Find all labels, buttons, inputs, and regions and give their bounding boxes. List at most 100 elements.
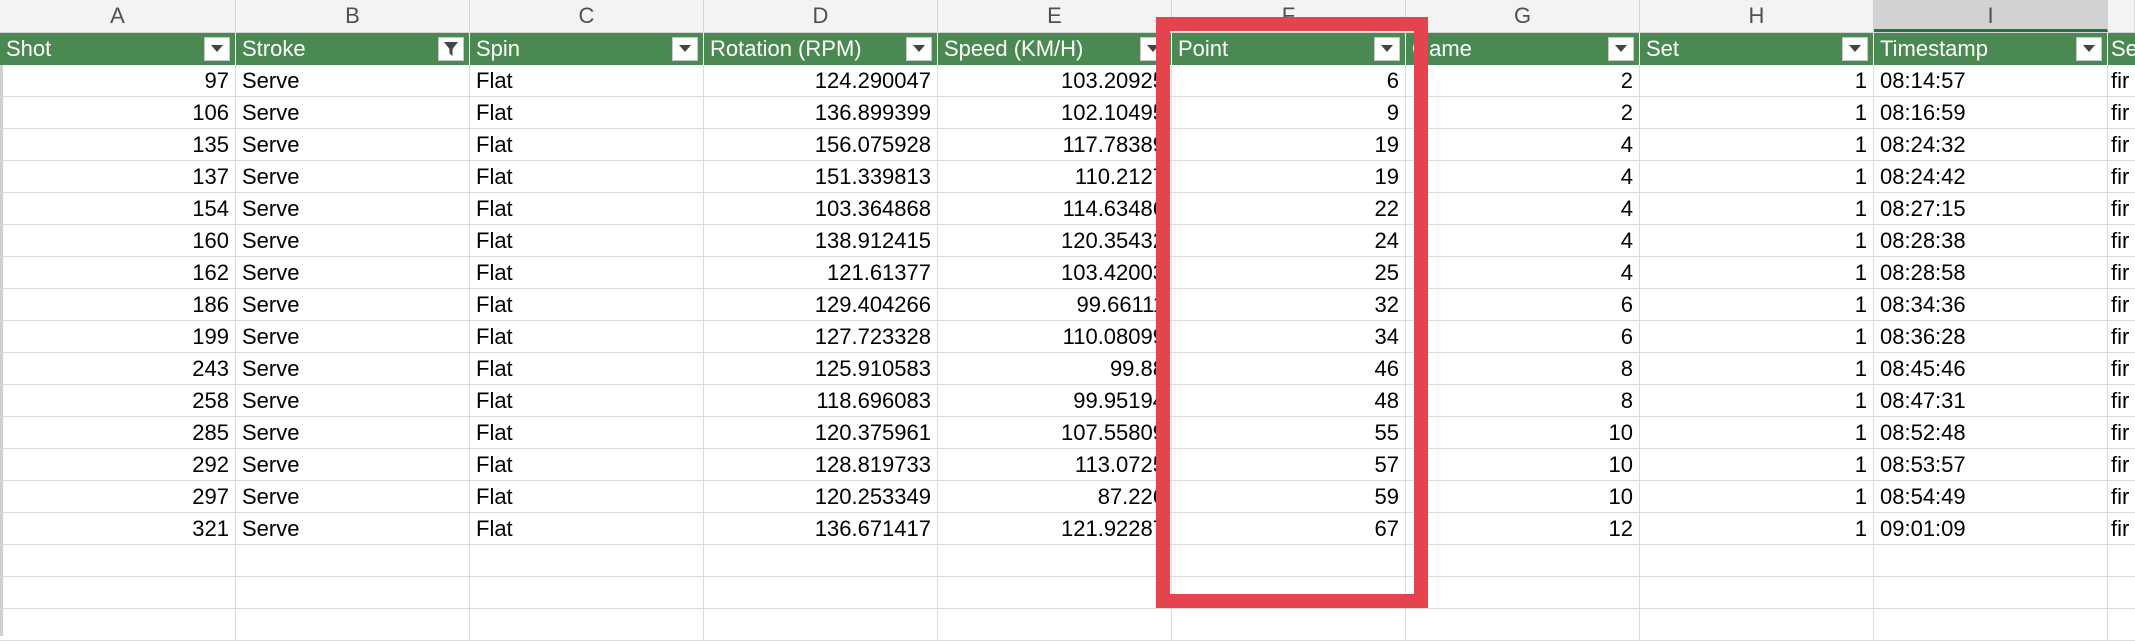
cell-shot[interactable]: 243 bbox=[0, 353, 236, 385]
cell-speed[interactable]: 99.95194 bbox=[938, 385, 1172, 417]
cell-spin[interactable]: Flat bbox=[470, 385, 704, 417]
cell-timestamp[interactable]: 08:27:15 bbox=[1874, 193, 2108, 225]
cell-game[interactable]: 6 bbox=[1406, 321, 1640, 353]
cell-shot[interactable]: 321 bbox=[0, 513, 236, 545]
cell-speed[interactable]: 113.0725 bbox=[938, 449, 1172, 481]
cell-speed[interactable] bbox=[938, 609, 1172, 641]
cell-spin[interactable]: Flat bbox=[470, 225, 704, 257]
cell-extra[interactable]: fir bbox=[2108, 353, 2135, 385]
cell-game[interactable]: 6 bbox=[1406, 289, 1640, 321]
cell-rotation[interactable] bbox=[704, 609, 938, 641]
filter-dropdown-button[interactable] bbox=[1608, 37, 1634, 61]
filter-dropdown-button[interactable] bbox=[906, 37, 932, 61]
cell-rotation[interactable]: 151.339813 bbox=[704, 161, 938, 193]
cell-rotation[interactable]: 136.671417 bbox=[704, 513, 938, 545]
cell-game[interactable]: 4 bbox=[1406, 225, 1640, 257]
filter-dropdown-button[interactable] bbox=[2076, 37, 2102, 61]
cell-set[interactable] bbox=[1640, 545, 1874, 577]
cell-set[interactable]: 1 bbox=[1640, 65, 1874, 97]
cell-point[interactable]: 6 bbox=[1172, 65, 1406, 97]
cell-point[interactable]: 22 bbox=[1172, 193, 1406, 225]
cell-rotation[interactable]: 118.696083 bbox=[704, 385, 938, 417]
column-header-g[interactable]: G bbox=[1406, 0, 1640, 32]
cell-extra[interactable]: fir bbox=[2108, 129, 2135, 161]
cell-set[interactable]: 1 bbox=[1640, 225, 1874, 257]
cell-stroke[interactable]: Serve bbox=[236, 161, 470, 193]
cell-point[interactable]: 19 bbox=[1172, 161, 1406, 193]
cell-stroke[interactable]: Serve bbox=[236, 257, 470, 289]
cell-speed[interactable]: 99.66111 bbox=[938, 289, 1172, 321]
cell-game[interactable]: 2 bbox=[1406, 97, 1640, 129]
cell-stroke[interactable] bbox=[236, 609, 470, 641]
cell-spin[interactable] bbox=[470, 577, 704, 609]
cell-spin[interactable]: Flat bbox=[470, 449, 704, 481]
cell-spin[interactable]: Flat bbox=[470, 353, 704, 385]
cell-set[interactable]: 1 bbox=[1640, 289, 1874, 321]
filter-dropdown-button[interactable] bbox=[1374, 37, 1400, 61]
cell-spin[interactable]: Flat bbox=[470, 321, 704, 353]
cell-shot[interactable]: 135 bbox=[0, 129, 236, 161]
cell-set[interactable]: 1 bbox=[1640, 161, 1874, 193]
cell-point[interactable]: 48 bbox=[1172, 385, 1406, 417]
cell-stroke[interactable]: Serve bbox=[236, 97, 470, 129]
cell-timestamp[interactable]: 08:52:48 bbox=[1874, 417, 2108, 449]
cell-timestamp[interactable]: 09:01:09 bbox=[1874, 513, 2108, 545]
cell-extra[interactable]: fir bbox=[2108, 385, 2135, 417]
cell-extra[interactable] bbox=[2108, 577, 2135, 609]
cell-extra[interactable]: fir bbox=[2108, 161, 2135, 193]
cell-set[interactable]: 1 bbox=[1640, 513, 1874, 545]
cell-shot[interactable] bbox=[0, 609, 236, 641]
cell-set[interactable] bbox=[1640, 577, 1874, 609]
cell-timestamp[interactable]: 08:14:57 bbox=[1874, 65, 2108, 97]
cell-rotation[interactable]: 121.61377 bbox=[704, 257, 938, 289]
cell-shot[interactable]: 154 bbox=[0, 193, 236, 225]
cell-set[interactable]: 1 bbox=[1640, 97, 1874, 129]
cell-speed[interactable]: 107.55809 bbox=[938, 417, 1172, 449]
cell-extra[interactable]: fir bbox=[2108, 289, 2135, 321]
cell-point[interactable]: 57 bbox=[1172, 449, 1406, 481]
cell-spin[interactable]: Flat bbox=[470, 65, 704, 97]
cell-extra[interactable]: fir bbox=[2108, 449, 2135, 481]
cell-point[interactable]: 34 bbox=[1172, 321, 1406, 353]
cell-spin[interactable] bbox=[470, 609, 704, 641]
cell-extra[interactable]: fir bbox=[2108, 257, 2135, 289]
cell-extra[interactable]: fir bbox=[2108, 321, 2135, 353]
cell-game[interactable]: 4 bbox=[1406, 193, 1640, 225]
cell-spin[interactable]: Flat bbox=[470, 289, 704, 321]
cell-rotation[interactable]: 136.899399 bbox=[704, 97, 938, 129]
cell-rotation[interactable]: 138.912415 bbox=[704, 225, 938, 257]
cell-extra[interactable]: fir bbox=[2108, 97, 2135, 129]
cell-stroke[interactable]: Serve bbox=[236, 289, 470, 321]
cell-set[interactable]: 1 bbox=[1640, 257, 1874, 289]
cell-speed[interactable]: 114.63486 bbox=[938, 193, 1172, 225]
filter-dropdown-button[interactable] bbox=[1842, 37, 1868, 61]
cell-game[interactable] bbox=[1406, 577, 1640, 609]
cell-game[interactable]: 10 bbox=[1406, 417, 1640, 449]
cell-point[interactable]: 46 bbox=[1172, 353, 1406, 385]
cell-shot[interactable]: 297 bbox=[0, 481, 236, 513]
cell-game[interactable]: 10 bbox=[1406, 481, 1640, 513]
cell-rotation[interactable]: 120.375961 bbox=[704, 417, 938, 449]
cell-timestamp[interactable]: 08:24:32 bbox=[1874, 129, 2108, 161]
cell-speed[interactable]: 103.20925 bbox=[938, 65, 1172, 97]
cell-set[interactable] bbox=[1640, 609, 1874, 641]
cell-speed[interactable]: 120.35432 bbox=[938, 225, 1172, 257]
cell-point[interactable] bbox=[1172, 545, 1406, 577]
cell-game[interactable]: 4 bbox=[1406, 257, 1640, 289]
column-header-f[interactable]: F bbox=[1172, 0, 1406, 32]
cell-rotation[interactable]: 127.723328 bbox=[704, 321, 938, 353]
cell-extra[interactable]: fir bbox=[2108, 481, 2135, 513]
cell-shot[interactable]: 97 bbox=[0, 65, 236, 97]
column-header-d[interactable]: D bbox=[704, 0, 938, 32]
cell-timestamp[interactable]: 08:47:31 bbox=[1874, 385, 2108, 417]
cell-shot[interactable]: 162 bbox=[0, 257, 236, 289]
cell-game[interactable]: 4 bbox=[1406, 161, 1640, 193]
cell-set[interactable]: 1 bbox=[1640, 321, 1874, 353]
cell-speed[interactable]: 110.2127 bbox=[938, 161, 1172, 193]
cell-spin[interactable]: Flat bbox=[470, 417, 704, 449]
cell-timestamp[interactable] bbox=[1874, 545, 2108, 577]
cell-point[interactable]: 19 bbox=[1172, 129, 1406, 161]
cell-rotation[interactable]: 120.253349 bbox=[704, 481, 938, 513]
cell-shot[interactable]: 160 bbox=[0, 225, 236, 257]
cell-timestamp[interactable]: 08:16:59 bbox=[1874, 97, 2108, 129]
